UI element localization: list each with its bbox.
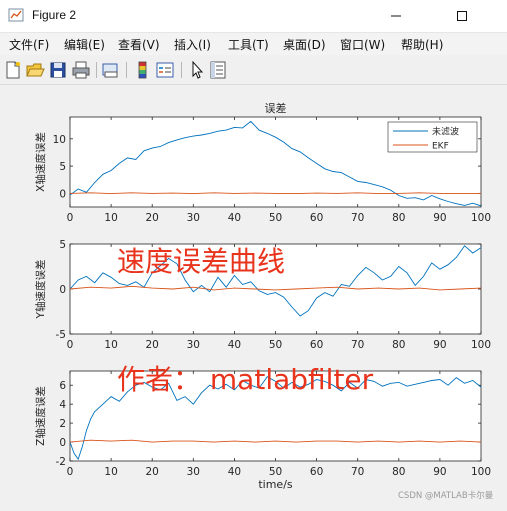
x-tick-label: 100 bbox=[471, 466, 491, 478]
menu-window[interactable]: 窗口(W) bbox=[340, 36, 385, 53]
insert-legend-icon[interactable] bbox=[155, 60, 175, 80]
x-tick-label: 30 bbox=[187, 339, 200, 351]
menu-desktop[interactable]: 桌面(D) bbox=[283, 36, 326, 53]
insert-colorbar-icon[interactable] bbox=[133, 60, 153, 80]
x-tick-label: 60 bbox=[310, 466, 323, 478]
x-tick-label: 40 bbox=[228, 339, 241, 351]
menu-help[interactable]: 帮助(H) bbox=[401, 36, 443, 53]
y-tick-label: 0 bbox=[59, 188, 66, 200]
x-tick-label: 70 bbox=[351, 212, 364, 224]
toolbar-separator bbox=[126, 62, 127, 78]
menu-bar: 文件(F) 编辑(E) 查看(V) 插入(I) 工具(T) 桌面(D) 窗口(W… bbox=[0, 33, 507, 55]
x-tick-label: 100 bbox=[471, 212, 491, 224]
x-axis-label: time/s bbox=[258, 478, 293, 491]
x-tick-label: 80 bbox=[392, 466, 405, 478]
x-tick-label: 30 bbox=[187, 212, 200, 224]
menu-file[interactable]: 文件(F) bbox=[9, 36, 49, 53]
menu-view[interactable]: 查看(V) bbox=[118, 36, 160, 53]
csdn-watermark: CSDN @MATLAB卡尔曼 bbox=[398, 491, 494, 501]
x-tick-label: 20 bbox=[146, 339, 159, 351]
y-tick-label: 10 bbox=[53, 134, 66, 146]
y-tick-label: 6 bbox=[59, 380, 66, 392]
x-tick-label: 0 bbox=[67, 466, 74, 478]
overlay-caption-author: 作者： matlabfilter bbox=[117, 363, 374, 396]
x-tick-label: 90 bbox=[433, 339, 446, 351]
maximize-button[interactable] bbox=[440, 0, 484, 32]
y-tick-label: 0 bbox=[59, 437, 66, 449]
window-titlebar: Figure 2 bbox=[0, 0, 507, 33]
x-tick-label: 80 bbox=[392, 339, 405, 351]
toolbar-separator bbox=[96, 62, 97, 78]
minimize-icon bbox=[391, 15, 401, 17]
y-tick-label: 5 bbox=[59, 239, 66, 251]
x-tick-label: 0 bbox=[67, 339, 74, 351]
save-icon[interactable] bbox=[48, 60, 68, 80]
open-file-icon[interactable] bbox=[25, 60, 45, 80]
pointer-icon[interactable] bbox=[187, 60, 207, 80]
x-tick-label: 90 bbox=[433, 466, 446, 478]
x-tick-label: 50 bbox=[269, 212, 282, 224]
y-tick-label: 0 bbox=[59, 284, 66, 296]
y-tick-label: 2 bbox=[59, 418, 66, 430]
x-tick-label: 10 bbox=[104, 212, 117, 224]
figure-canvas: 0 10 20 30 40 50 60 70 80 90 100 0 5 10 X轴速度误差 误差 未滤波 EKF… bbox=[0, 85, 507, 507]
subplot-1: 0 10 20 30 40 50 60 70 80 90 100 0 5 10 X轴速度误差 误差未滤波 EKF bbox=[34, 101, 491, 224]
y-axis-label: X轴速度误差 bbox=[34, 132, 47, 192]
x-tick-label: 70 bbox=[351, 466, 364, 478]
x-tick-label: 60 bbox=[310, 212, 323, 224]
figure-toolbar bbox=[0, 56, 507, 85]
x-tick-label: 30 bbox=[187, 466, 200, 478]
x-tick-label: 10 bbox=[104, 339, 117, 351]
x-tick-label: 40 bbox=[228, 212, 241, 224]
legend-entry: EKF bbox=[432, 142, 449, 152]
x-tick-label: 40 bbox=[228, 466, 241, 478]
x-tick-label: 20 bbox=[146, 466, 159, 478]
print-preview-icon[interactable] bbox=[101, 60, 121, 80]
x-tick-label: 60 bbox=[310, 339, 323, 351]
x-tick-label: 90 bbox=[433, 212, 446, 224]
menu-insert[interactable]: 插入(I) bbox=[174, 36, 211, 53]
window-title: Figure 2 bbox=[32, 8, 77, 22]
subplots: 0 10 20 30 40 50 60 70 80 90 1000510X轴速度误差误差未滤波EKF… bbox=[34, 101, 491, 491]
menu-edit[interactable]: 编辑(E) bbox=[64, 36, 105, 53]
y-tick-label: -5 bbox=[56, 329, 66, 341]
print-icon[interactable] bbox=[71, 60, 91, 80]
overlay-caption-title: 速度误差曲线 bbox=[117, 245, 286, 278]
legend[interactable]: 未滤波 EKF bbox=[387, 121, 478, 153]
maximize-icon bbox=[457, 11, 467, 21]
y-axis-label: Y轴速度误差 bbox=[34, 260, 47, 320]
y-tick-label: -2 bbox=[56, 456, 66, 468]
legend-entry: 未滤波 bbox=[432, 126, 459, 138]
x-tick-label: 0 bbox=[67, 212, 74, 224]
new-figure-icon[interactable] bbox=[3, 60, 23, 80]
toolbar-separator bbox=[181, 62, 182, 78]
x-tick-label: 50 bbox=[269, 339, 282, 351]
y-tick-label: 4 bbox=[59, 399, 66, 411]
x-tick-label: 70 bbox=[351, 339, 364, 351]
x-tick-label: 20 bbox=[146, 212, 159, 224]
y-tick-label: 5 bbox=[59, 161, 66, 173]
minimize-button[interactable] bbox=[374, 0, 418, 32]
matlab-figure-icon bbox=[8, 8, 24, 22]
x-tick-label: 10 bbox=[104, 466, 117, 478]
menu-tools[interactable]: 工具(T) bbox=[228, 36, 269, 53]
x-tick-label: 80 bbox=[392, 212, 405, 224]
x-tick-label: 50 bbox=[269, 466, 282, 478]
property-inspector-icon[interactable] bbox=[208, 60, 228, 80]
axes-title: 误差 bbox=[265, 101, 287, 115]
x-tick-label: 100 bbox=[471, 339, 491, 351]
y-axis-label: Z轴速度误差 bbox=[34, 386, 47, 446]
